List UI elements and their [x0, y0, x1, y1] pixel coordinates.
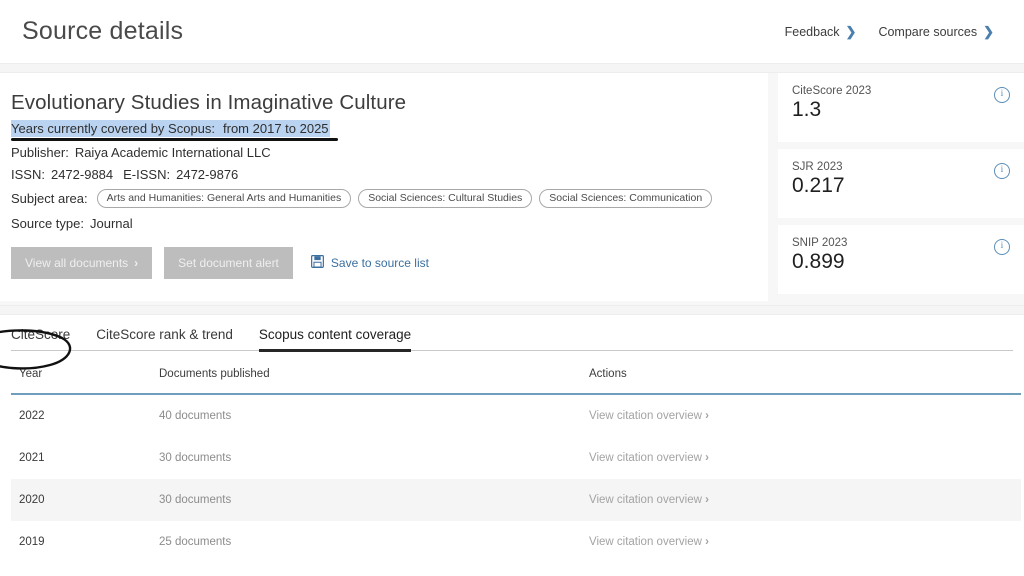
coverage-table-header: Year Documents published Actions [11, 351, 1021, 394]
cell-year: 2020 [11, 479, 159, 521]
table-row: 2022 40 documents View citation overview… [11, 394, 1021, 437]
issn-label: ISSN: [11, 167, 45, 182]
view-citation-overview-link[interactable]: View citation overview › [589, 410, 709, 422]
table-row: 2021 30 documents View citation overview… [11, 437, 1021, 479]
info-circle-icon[interactable]: i [994, 87, 1010, 103]
tab-scopus-content-coverage[interactable]: Scopus content coverage [259, 327, 411, 352]
metric-card-snip: SNIP 2023 0.899 i [778, 225, 1024, 294]
coverage-section: CiteScore CiteScore rank & trend Scopus … [0, 315, 1024, 563]
metric-label: SNIP 2023 [792, 237, 847, 249]
metric-value: 0.899 [792, 250, 847, 274]
coverage-line: Years currently covered by Scopus: from 2… [11, 120, 330, 137]
chevron-right-icon: › [705, 536, 709, 548]
tab-bar: CiteScore CiteScore rank & trend Scopus … [11, 315, 1013, 351]
page-header: Source details Feedback ❯ Compare source… [0, 0, 1024, 63]
column-header-year: Year [11, 351, 159, 394]
info-circle-icon[interactable]: i [994, 163, 1010, 179]
source-type-value: Journal [90, 216, 133, 231]
page-title: Source details [22, 17, 183, 46]
chevron-right-icon: › [705, 410, 709, 422]
cell-actions: View citation overview › [589, 437, 1021, 479]
issn-value: 2472-9884 [51, 167, 113, 182]
cell-actions: View citation overview › [589, 521, 1021, 563]
coverage-label: Years currently covered by Scopus: [11, 121, 215, 136]
source-summary-section: Evolutionary Studies in Imaginative Cult… [0, 73, 1024, 305]
metric-card-citescore: CiteScore 2023 1.3 i [778, 73, 1024, 142]
set-document-alert-button[interactable]: Set document alert [164, 247, 293, 279]
save-to-source-list-button[interactable]: Save to source list [311, 255, 429, 271]
source-detail-panel: Evolutionary Studies in Imaginative Cult… [0, 73, 768, 301]
coverage-table: Year Documents published Actions 2022 40… [11, 351, 1021, 563]
metric-value: 1.3 [792, 98, 871, 122]
coverage-table-body: 2022 40 documents View citation overview… [11, 394, 1021, 563]
cell-documents: 25 documents [159, 521, 589, 563]
source-type-row: Source type: Journal [11, 216, 748, 231]
source-actions-row: View all documents › Set document alert … [11, 247, 748, 279]
issn-row: ISSN: 2472-9884 E-ISSN: 2472-9876 [11, 167, 748, 182]
header-divider-band [0, 63, 1024, 73]
header-links: Feedback ❯ Compare sources ❯ [785, 25, 1002, 39]
hand-drawn-underline-annotation [11, 138, 338, 141]
cell-documents: 40 documents [159, 394, 589, 437]
view-all-documents-label: View all documents [25, 256, 128, 270]
feedback-link-label: Feedback [785, 25, 840, 39]
subject-tag[interactable]: Social Sciences: Cultural Studies [358, 189, 532, 208]
cell-year: 2021 [11, 437, 159, 479]
chevron-right-icon: › [705, 452, 709, 464]
cell-actions: View citation overview › [589, 479, 1021, 521]
info-circle-icon[interactable]: i [994, 239, 1010, 255]
set-document-alert-label: Set document alert [178, 256, 279, 270]
view-citation-overview-link[interactable]: View citation overview › [589, 536, 709, 548]
feedback-link[interactable]: Feedback ❯ [785, 25, 857, 39]
tab-citescore-rank-trend[interactable]: CiteScore rank & trend [96, 327, 233, 352]
publisher-value: Raiya Academic International LLC [75, 145, 271, 160]
subject-area-row: Subject area: Arts and Humanities: Gener… [11, 189, 748, 208]
source-type-label: Source type: [11, 216, 84, 231]
table-row: 2020 30 documents View citation overview… [11, 479, 1021, 521]
chevron-right-icon: ❯ [983, 25, 994, 38]
view-citation-overview-label: View citation overview [589, 452, 702, 464]
metric-card-sjr: SJR 2023 0.217 i [778, 149, 1024, 218]
chevron-right-icon: › [705, 494, 709, 506]
view-citation-overview-label: View citation overview [589, 410, 702, 422]
section-divider-band [0, 305, 1024, 315]
metric-value: 0.217 [792, 174, 845, 198]
eissn-value: 2472-9876 [176, 167, 238, 182]
view-citation-overview-label: View citation overview [589, 536, 702, 548]
cell-documents: 30 documents [159, 479, 589, 521]
eissn-label: E-ISSN: [123, 167, 170, 182]
metric-label: CiteScore 2023 [792, 85, 871, 97]
chevron-right-icon: › [134, 256, 138, 270]
view-citation-overview-link[interactable]: View citation overview › [589, 452, 709, 464]
save-floppy-icon [311, 255, 324, 271]
view-all-documents-button[interactable]: View all documents › [11, 247, 152, 279]
metric-label: SJR 2023 [792, 161, 845, 173]
table-row: 2019 25 documents View citation overview… [11, 521, 1021, 563]
cell-year: 2022 [11, 394, 159, 437]
subject-tag[interactable]: Social Sciences: Communication [539, 189, 712, 208]
column-header-documents: Documents published [159, 351, 589, 394]
view-citation-overview-label: View citation overview [589, 494, 702, 506]
cell-year: 2019 [11, 521, 159, 563]
metrics-panel: CiteScore 2023 1.3 i SJR 2023 0.217 i SN… [778, 73, 1024, 305]
save-to-source-list-label: Save to source list [331, 256, 429, 270]
journal-title: Evolutionary Studies in Imaginative Cult… [11, 91, 748, 115]
chevron-right-icon: ❯ [846, 25, 857, 38]
column-header-actions: Actions [589, 351, 1021, 394]
subject-area-label: Subject area: [11, 191, 88, 206]
cell-documents: 30 documents [159, 437, 589, 479]
publisher-label: Publisher: [11, 145, 69, 160]
publisher-row: Publisher: Raiya Academic International L… [11, 145, 748, 160]
compare-sources-link[interactable]: Compare sources ❯ [878, 25, 994, 39]
compare-sources-link-label: Compare sources [878, 25, 977, 39]
subject-tag[interactable]: Arts and Humanities: General Arts and Hu… [97, 189, 352, 208]
view-citation-overview-link[interactable]: View citation overview › [589, 494, 709, 506]
coverage-value: from 2017 to 2025 [223, 121, 329, 136]
tab-citescore[interactable]: CiteScore [11, 327, 70, 352]
cell-actions: View citation overview › [589, 394, 1021, 437]
coverage-annotation-wrap: Years currently covered by Scopus: from 2… [11, 120, 330, 138]
table-header-row: Year Documents published Actions [11, 351, 1021, 394]
